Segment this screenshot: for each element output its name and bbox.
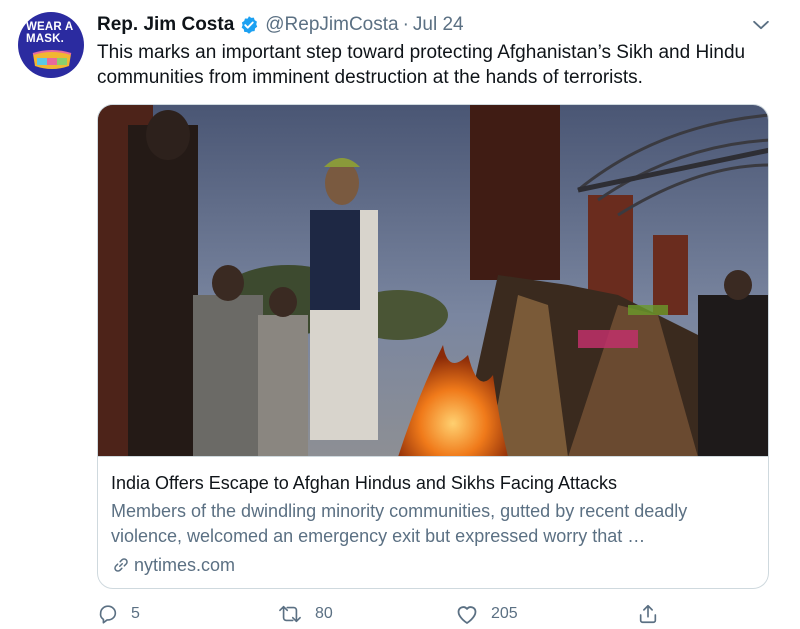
card-image[interactable]: [98, 105, 768, 457]
retweet-icon: [279, 605, 301, 623]
card-divider: [98, 456, 768, 457]
author-handle[interactable]: @RepJimCosta: [265, 14, 398, 36]
avatar-text: WEAR A MASK.: [26, 21, 73, 45]
retweet-button[interactable]: 80: [277, 603, 333, 625]
card-photo: [98, 105, 768, 457]
reply-count: 5: [131, 605, 140, 622]
tweet-date[interactable]: Jul 24: [413, 14, 464, 36]
heart-icon: [457, 606, 477, 624]
avatar-text-line1: WEAR A: [26, 21, 74, 33]
reply-button[interactable]: 5: [97, 603, 140, 625]
tweet-header: Rep. Jim Costa @RepJimCosta · Jul 24: [97, 12, 464, 38]
author-name[interactable]: Rep. Jim Costa: [97, 14, 234, 36]
tweet-actions: 5 80 205: [97, 603, 777, 629]
card-domain: nytimes.com: [111, 553, 235, 577]
avatar-text-line2: MASK.: [26, 33, 65, 45]
like-button[interactable]: 205: [455, 603, 518, 625]
card-domain-text: nytimes.com: [134, 554, 236, 575]
separator-dot: ·: [402, 14, 409, 35]
chevron-down-icon[interactable]: [750, 14, 772, 36]
tweet-text: This marks an important step toward prot…: [97, 42, 746, 88]
retweet-count: 80: [315, 605, 333, 622]
avatar[interactable]: WEAR A MASK.: [18, 12, 84, 78]
link-icon: [114, 558, 128, 572]
tweet: WEAR A MASK. Rep. Jim Costa @RepJimCosta…: [0, 0, 800, 629]
share-icon: [639, 604, 657, 624]
card-title: India Offers Escape to Afghan Hindus and…: [111, 473, 617, 493]
verified-badge-icon: [241, 16, 258, 34]
share-button[interactable]: [637, 603, 671, 625]
reply-icon: [99, 605, 117, 624]
mask-icon: [32, 50, 72, 69]
card-description: Members of the dwindling minority commun…: [111, 501, 688, 546]
like-count: 205: [491, 605, 518, 622]
link-card[interactable]: India Offers Escape to Afghan Hindus and…: [97, 104, 769, 589]
